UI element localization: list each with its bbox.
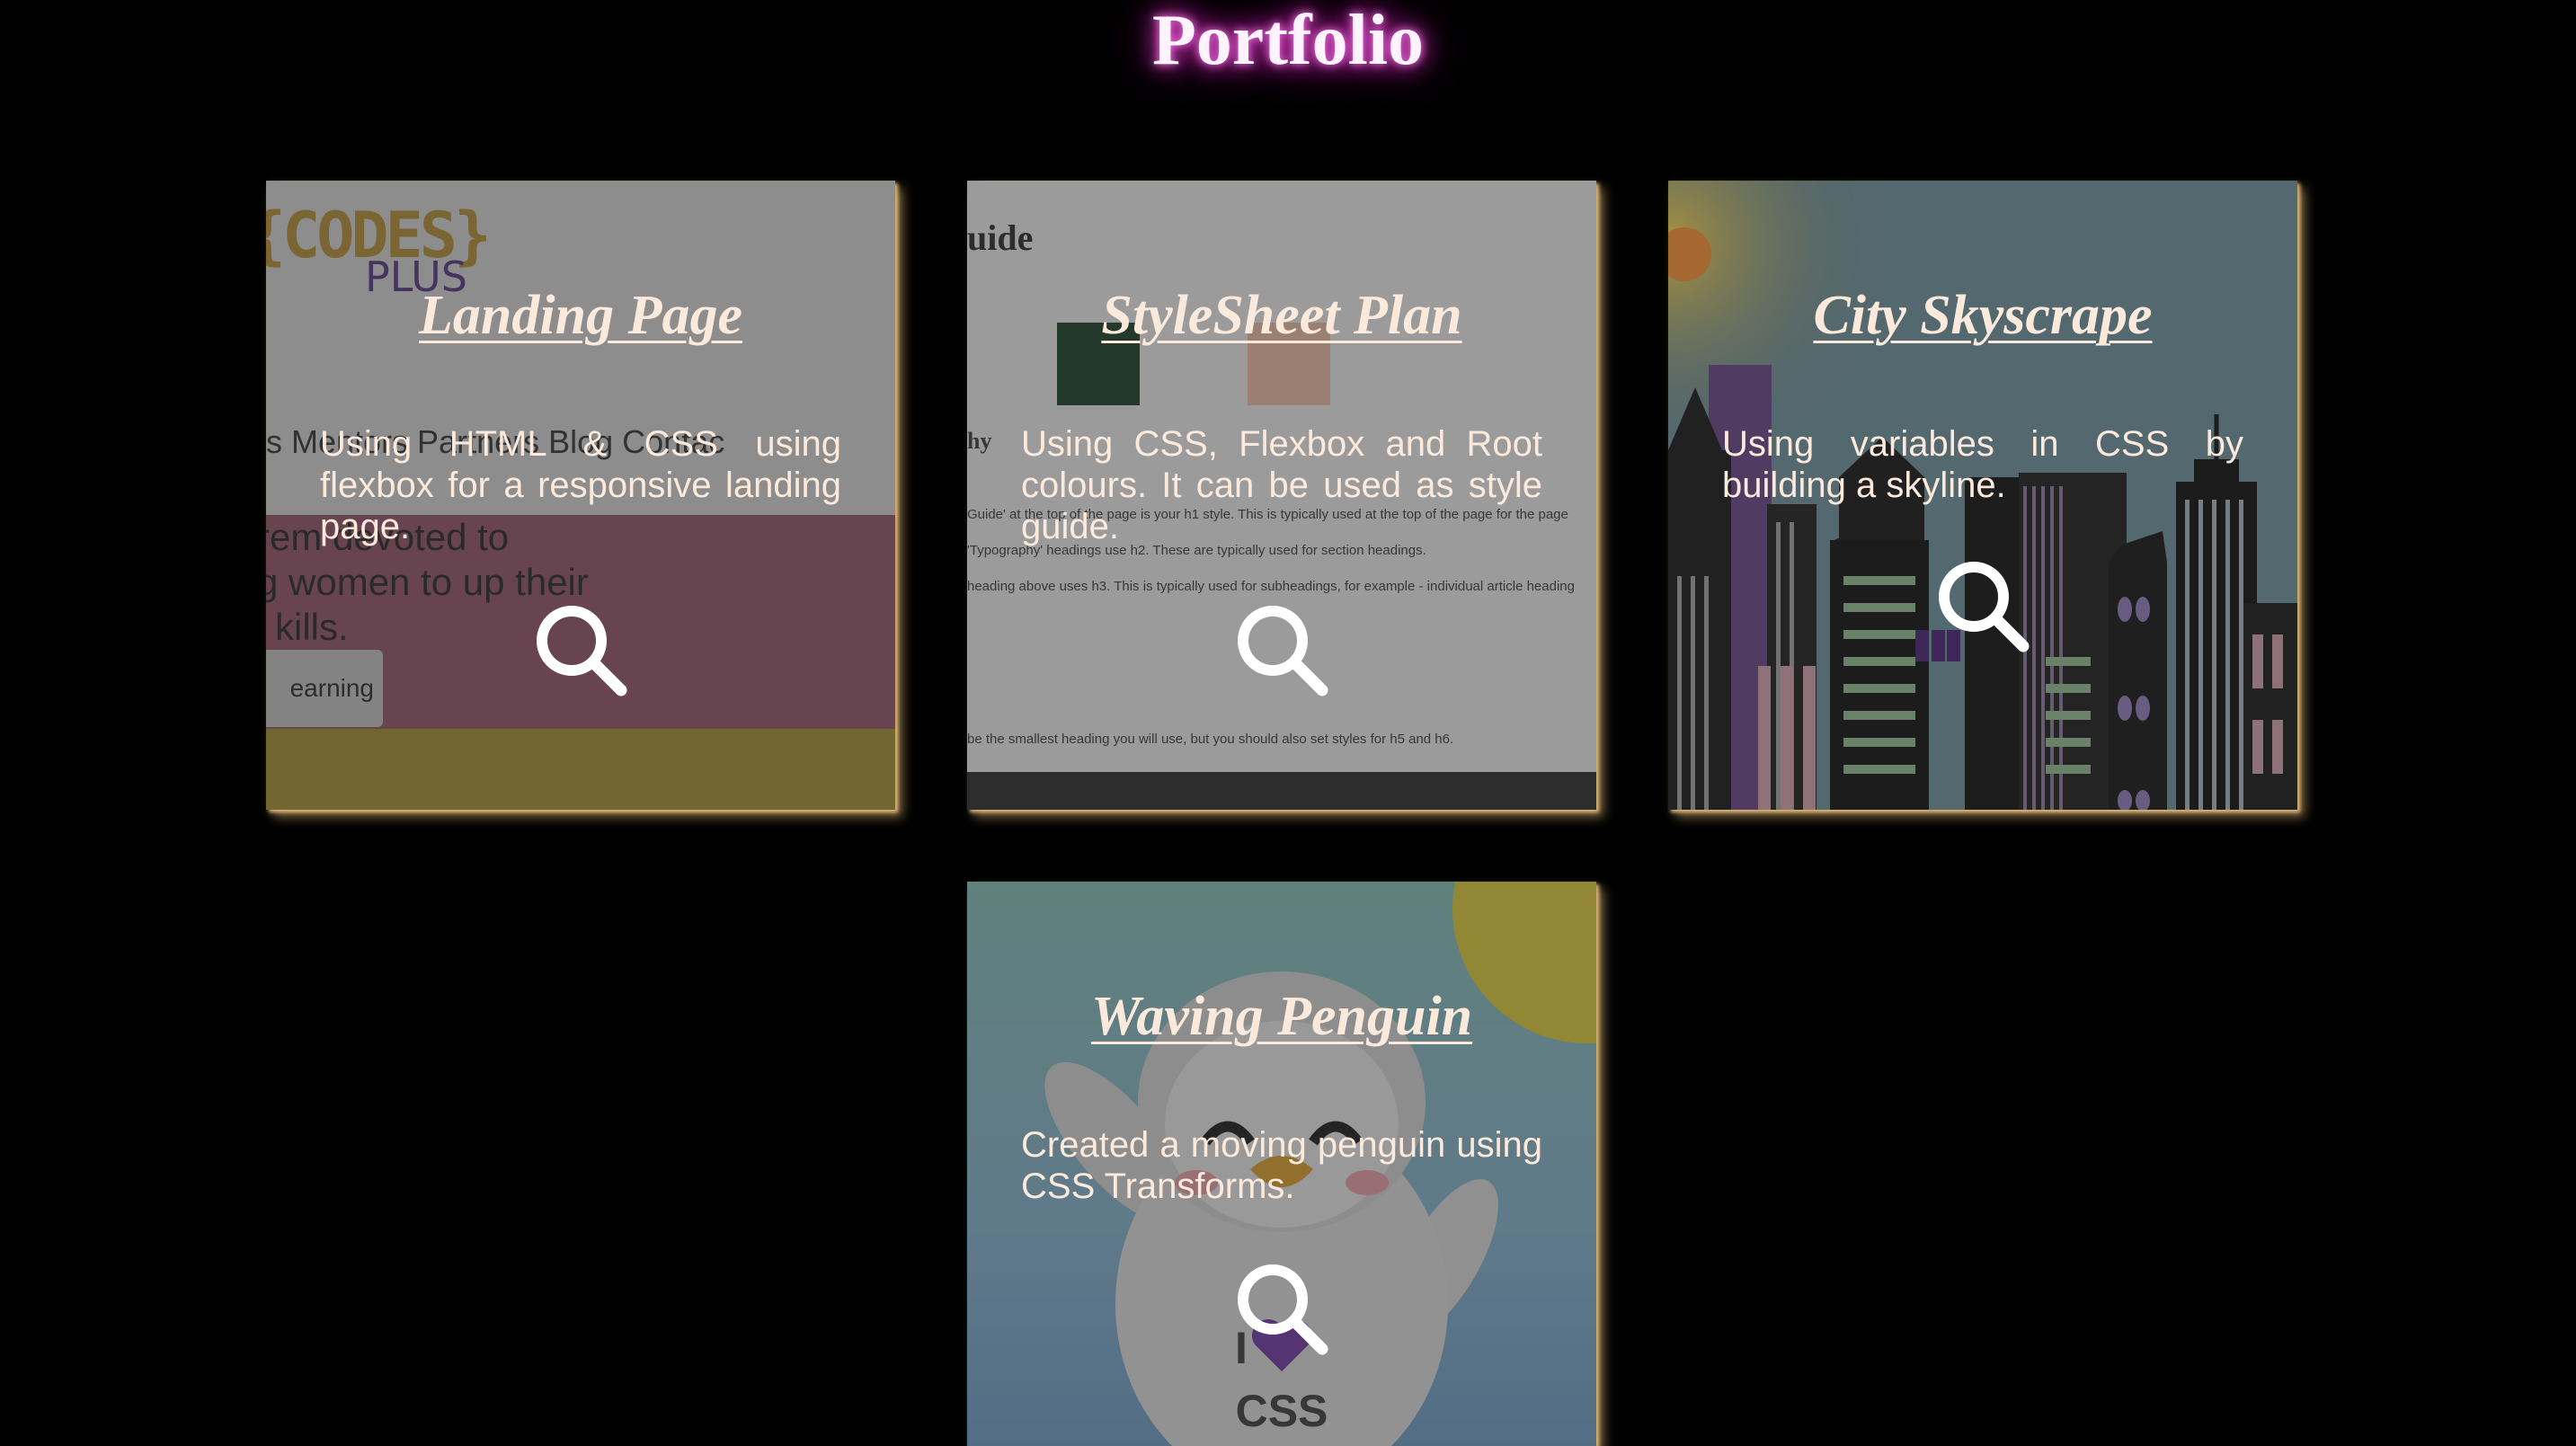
project-title[interactable]: StyleSheet Plan (967, 284, 1596, 348)
project-card-city-skyscrape[interactable]: City Skyscrape Using variables in CSS by… (1668, 181, 2297, 810)
search-icon[interactable] (1933, 556, 2032, 655)
project-title[interactable]: Waving Penguin (967, 985, 1596, 1049)
search-icon[interactable] (531, 600, 630, 699)
project-description: Using variables in CSS by building a sky… (1722, 424, 2243, 505)
project-title[interactable]: Landing Page (266, 284, 895, 348)
page-title: Portfolio (1151, 1, 1425, 80)
project-card-stylesheet-plan[interactable]: uide hy Guide' at the top of the page is… (967, 181, 1596, 810)
project-card-waving-penguin[interactable]: I CSS Waving Penguin Created a moving pe… (967, 882, 1596, 1446)
search-icon[interactable] (1232, 1259, 1331, 1358)
project-title[interactable]: City Skyscrape (1668, 284, 2297, 348)
project-description: Using HTML & CSS using flexbox for a res… (320, 424, 841, 546)
project-description: Created a moving penguin using CSS Trans… (1021, 1125, 1542, 1206)
search-icon[interactable] (1232, 600, 1331, 699)
project-card-landing-page[interactable]: {CODES} PLUS s Mentors Partners Blog Con… (266, 181, 895, 810)
project-description: Using CSS, Flexbox and Root colours. It … (1021, 424, 1542, 546)
portfolio-page: Portfolio {CODES} PLUS s Mentors Partner… (0, 0, 2576, 1446)
